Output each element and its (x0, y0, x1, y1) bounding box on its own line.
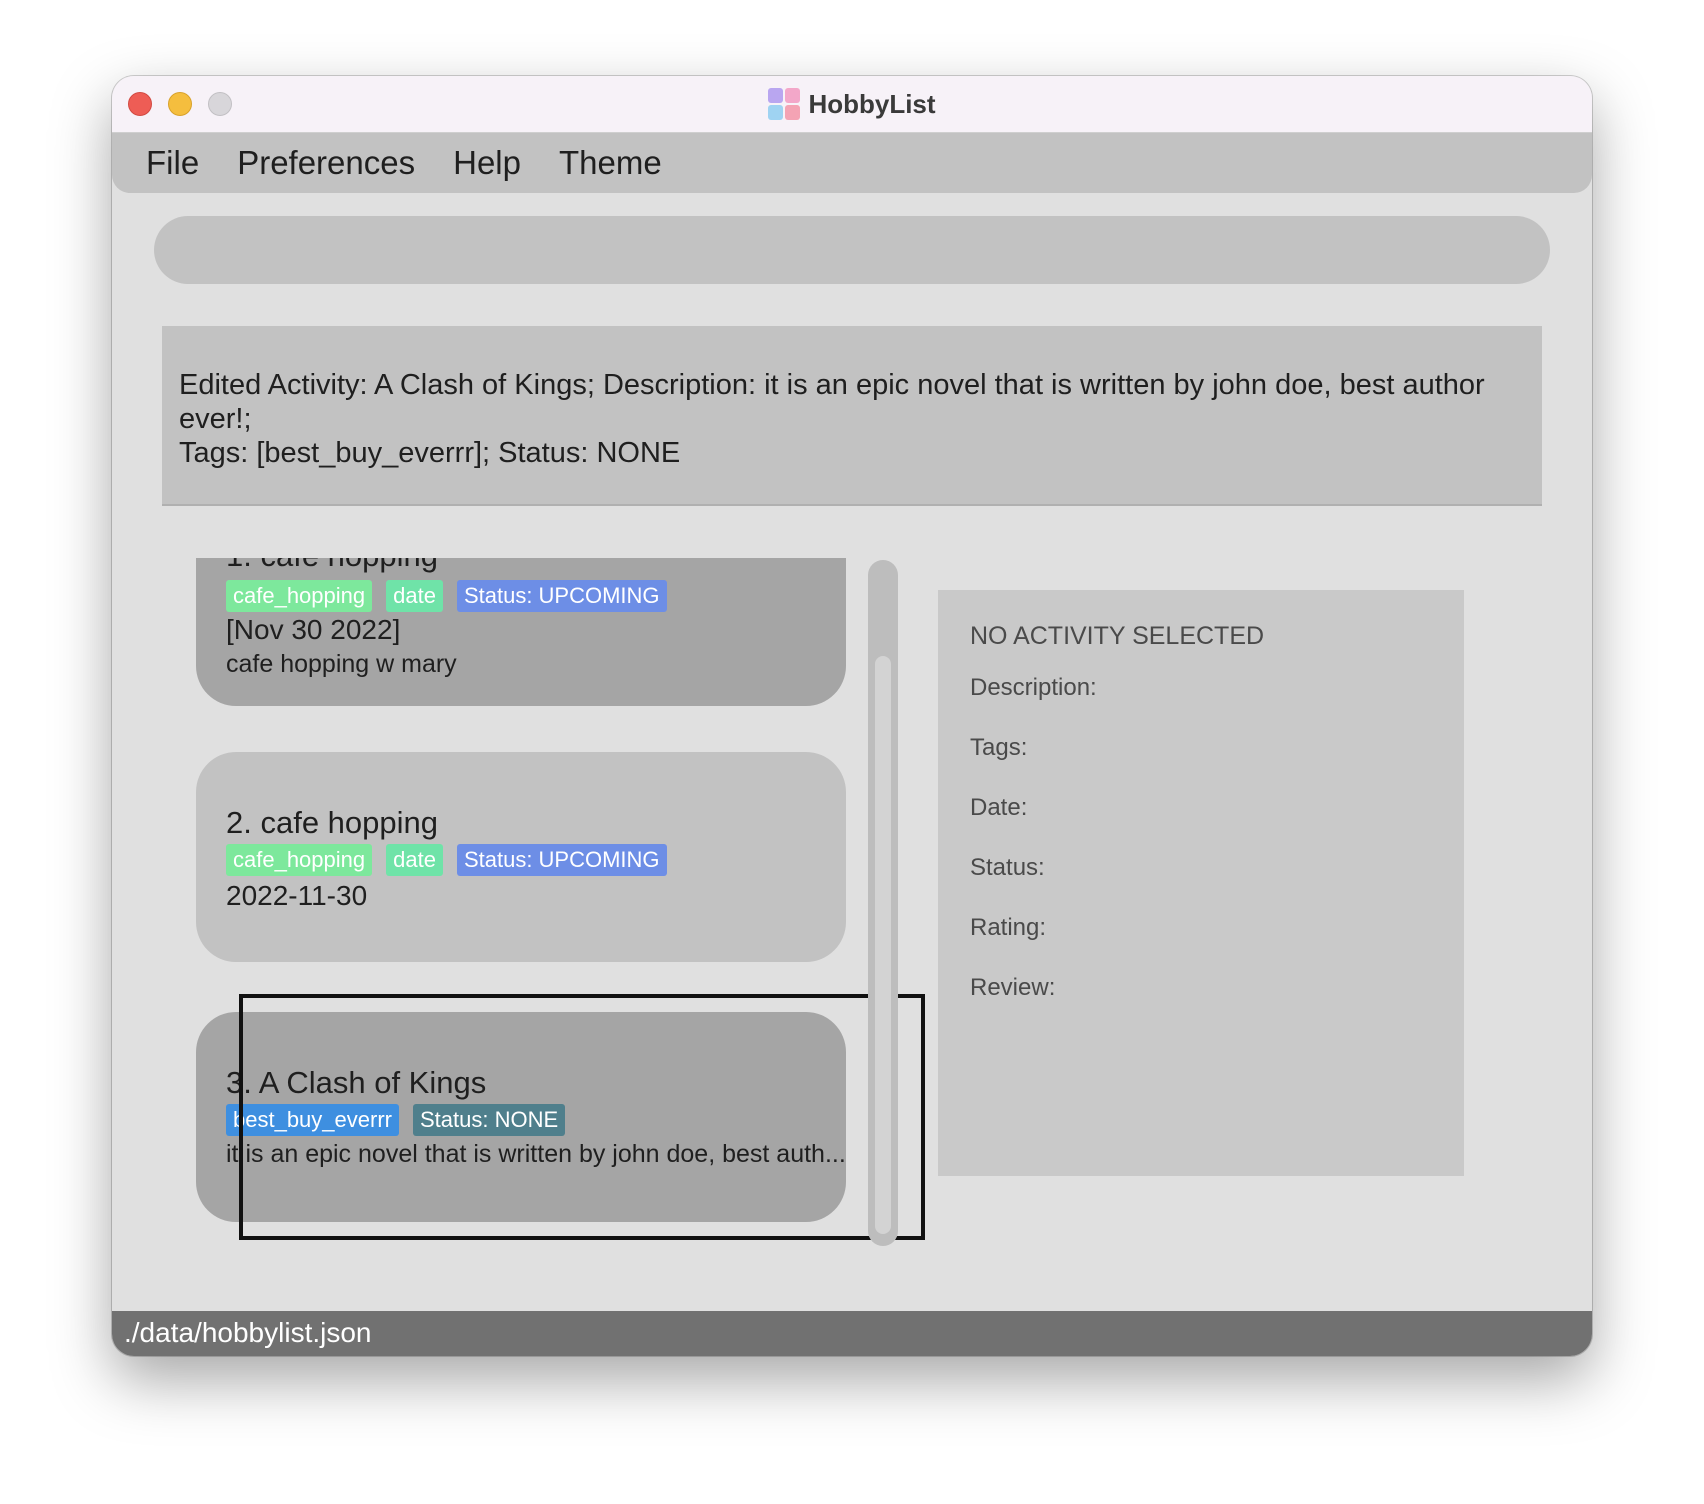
menu-help[interactable]: Help (453, 144, 521, 182)
tag-label: cafe_hopping (226, 844, 373, 876)
activity-description: cafe hopping w mary (226, 650, 457, 678)
activity-card[interactable]: 2. cafe hopping cafe_hopping date Status… (196, 752, 846, 962)
activity-tags: cafe_hopping date Status: UPCOMING (226, 844, 667, 876)
title-bar[interactable]: HobbyList (112, 76, 1592, 133)
activity-tags: cafe_hopping date Status: UPCOMING (226, 580, 667, 612)
hobbylist-app-icon (768, 88, 801, 120)
activity-list-scrollbar[interactable] (868, 560, 898, 1246)
menu-file[interactable]: File (146, 144, 199, 182)
tag-label: best_buy_everrr (226, 1104, 399, 1136)
window-title: HobbyList (808, 88, 936, 119)
menu-theme[interactable]: Theme (559, 144, 662, 182)
detail-description-label: Description: (970, 674, 1097, 701)
scrollbar-thumb[interactable] (875, 656, 891, 1234)
status-bar: ./data/hobbylist.json (112, 1311, 1592, 1356)
result-text: Edited Activity: A Clash of Kings; Descr… (179, 368, 1529, 470)
detail-rating-label: Rating: (970, 914, 1047, 941)
detail-status-label: Status: (970, 854, 1045, 881)
detail-date-label: Date: (970, 794, 1028, 821)
menu-bar: File Preferences Help Theme (112, 133, 1592, 193)
status-badge: Status: UPCOMING (456, 844, 667, 876)
activity-tags: best_buy_everrr Status: NONE (226, 1104, 566, 1136)
activity-card-selected[interactable]: 3. A Clash of Kings best_buy_everrr Stat… (196, 1012, 846, 1222)
menu-preferences[interactable]: Preferences (237, 144, 415, 182)
activity-date: 2022-11-30 (226, 880, 368, 911)
activity-description: it is an epic novel that is written by j… (226, 1140, 846, 1168)
detail-tags-label: Tags: (970, 734, 1028, 761)
result-line-1: Edited Activity: A Clash of Kings; Descr… (179, 369, 1485, 435)
result-display[interactable]: Edited Activity: A Clash of Kings; Descr… (162, 326, 1542, 506)
activity-title: 3. A Clash of Kings (226, 1065, 487, 1100)
app-window: HobbyList File Preferences Help Theme Ed… (112, 76, 1592, 1356)
activity-title: 1. cafe hopping (226, 558, 438, 574)
tag-label: date (386, 844, 443, 876)
tag-label: date (386, 580, 443, 612)
activity-list[interactable]: 1. cafe hopping cafe_hopping date Status… (162, 558, 982, 1318)
activity-title: 2. cafe hopping (226, 805, 439, 840)
result-line-2: Tags: [best_buy_everrr]; Status: NONE (179, 437, 681, 469)
detail-heading: NO ACTIVITY SELECTED (970, 622, 1265, 650)
status-badge: Status: NONE (412, 1104, 566, 1136)
status-badge: Status: UPCOMING (456, 580, 667, 612)
save-file-path: ./data/hobbylist.json (124, 1317, 372, 1348)
tag-label: cafe_hopping (226, 580, 373, 612)
detail-review-label: Review: (970, 974, 1056, 1001)
activity-detail-panel: NO ACTIVITY SELECTED Description: Tags: … (938, 590, 1464, 1176)
activity-date: [Nov 30 2022] (226, 614, 401, 645)
window-title-group: HobbyList (112, 76, 1592, 132)
activity-card[interactable]: 1. cafe hopping cafe_hopping date Status… (196, 558, 846, 706)
command-input[interactable] (154, 216, 1550, 284)
